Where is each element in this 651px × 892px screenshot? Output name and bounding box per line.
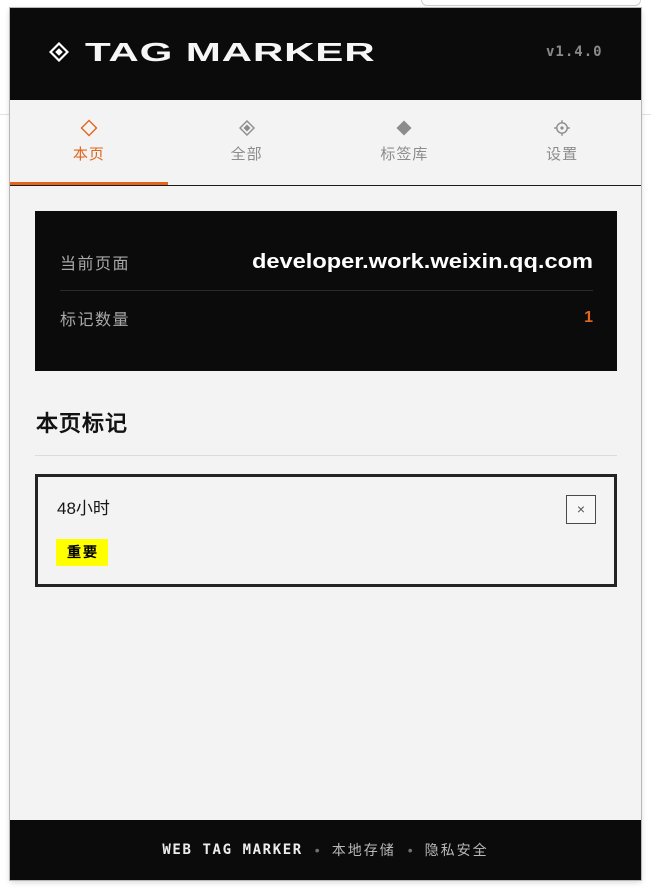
diamond-nested-icon — [238, 120, 255, 136]
settings-icon — [554, 120, 570, 136]
host-toolbar-box[interactable] — [421, 0, 641, 6]
footer-separator: • — [314, 842, 320, 858]
tab-label: 标签库 — [380, 146, 429, 163]
version-label: v1.4.0 — [546, 44, 603, 60]
tab-all[interactable]: 全部 — [168, 100, 326, 185]
current-page-label: 当前页面 — [60, 256, 131, 273]
popup-header: TAG MARKER v1.4.0 — [10, 8, 641, 100]
tab-settings[interactable]: 设置 — [483, 100, 641, 185]
tab-bar: 本页 全部 标签库 设置 — [10, 100, 641, 186]
app-title: TAG MARKER — [85, 37, 376, 67]
footer-privacy: 隐私安全 — [424, 842, 489, 858]
page-info-card: 当前页面 developer.work.weixin.qq.com 标记数量 1 — [35, 211, 617, 371]
extension-popup: TAG MARKER v1.4.0 本页 全部 标签库 设置 当前页面 deve… — [10, 8, 641, 880]
tab-tag-library[interactable]: 标签库 — [326, 100, 484, 185]
mark-count-label: 标记数量 — [60, 312, 131, 329]
mark-count-value: 1 — [584, 309, 593, 326]
section-divider — [35, 455, 617, 456]
current-page-domain: developer.work.weixin.qq.com — [251, 250, 593, 273]
diamond-filled-icon — [396, 120, 412, 136]
current-page-row: 当前页面 developer.work.weixin.qq.com — [60, 247, 593, 277]
tag-badge: 重要 — [56, 539, 108, 566]
mark-item[interactable]: 48小时 × 重要 — [35, 474, 617, 587]
footer-brand: WEB TAG MARKER — [162, 842, 303, 858]
popup-footer: WEB TAG MARKER • 本地存储 • 隐私安全 — [10, 820, 641, 880]
mark-count-row: 标记数量 1 — [60, 303, 593, 333]
delete-mark-button[interactable]: × — [566, 495, 596, 524]
mark-text: 48小时 — [57, 499, 110, 518]
tab-label: 设置 — [546, 146, 579, 163]
diamond-outline-icon — [80, 119, 98, 137]
section-title: 本页标记 — [36, 411, 129, 436]
tab-label: 本页 — [72, 146, 105, 163]
tab-label: 全部 — [230, 146, 263, 163]
footer-separator: • — [407, 842, 413, 858]
tab-this-page[interactable]: 本页 — [10, 100, 168, 185]
info-divider — [60, 290, 593, 291]
diamond-logo-icon — [49, 42, 69, 62]
footer-local-storage: 本地存储 — [331, 842, 396, 858]
